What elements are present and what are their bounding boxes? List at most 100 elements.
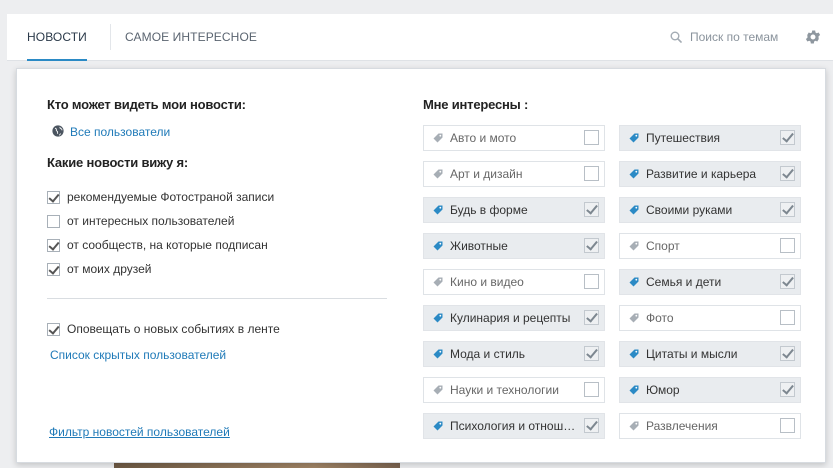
tag-icon (629, 205, 639, 215)
tag-icon (629, 133, 639, 143)
tag-icon (629, 241, 639, 251)
tag-icon (629, 169, 639, 179)
interest-item[interactable]: Арт и дизайн (423, 161, 605, 187)
interest-label: Кулинария и рецепты (450, 311, 571, 325)
interest-item[interactable]: Путешествия (619, 125, 801, 151)
interest-checkbox[interactable] (584, 346, 599, 361)
news-filter-link[interactable]: Фильтр новостей пользователей (49, 425, 230, 439)
feed-option-friends[interactable]: от моих друзей (47, 261, 152, 277)
interest-checkbox[interactable] (584, 202, 599, 217)
tag-icon (629, 385, 639, 395)
checkbox[interactable] (47, 322, 60, 336)
option-label: от сообществ, на которые подписан (67, 238, 268, 252)
interest-item[interactable]: Кулинария и рецепты (423, 305, 605, 331)
tag-icon (433, 385, 443, 395)
interest-item[interactable]: Развлечения (619, 413, 801, 439)
interest-checkbox[interactable] (584, 418, 599, 433)
interest-checkbox[interactable] (584, 382, 599, 397)
interest-item[interactable]: Кино и видео (423, 269, 605, 295)
option-label: рекомендуемые Фотостраной записи (67, 190, 275, 204)
interest-item[interactable]: Животные (423, 233, 605, 259)
interest-item[interactable]: Семья и дети (619, 269, 801, 295)
search-placeholder: Поиск по темам (690, 30, 779, 44)
checkbox[interactable] (47, 262, 60, 276)
interest-label: Арт и дизайн (450, 167, 523, 181)
visibility-heading: Кто может видеть мои новости: (47, 97, 246, 112)
interest-item[interactable]: Психология и отнош… (423, 413, 605, 439)
interest-checkbox[interactable] (780, 238, 795, 253)
feed-option-recommended[interactable]: рекомендуемые Фотостраной записи (47, 189, 274, 205)
interest-label: Психология и отнош… (450, 419, 576, 433)
interest-label: Авто и мото (450, 131, 517, 145)
interest-label: Мода и стиль (450, 347, 526, 361)
interest-item[interactable]: Своими руками (619, 197, 801, 223)
interest-checkbox[interactable] (780, 418, 795, 433)
interest-label: Путешествия (646, 131, 721, 145)
interest-label: Животные (450, 239, 508, 253)
tag-icon (433, 241, 443, 251)
interest-checkbox[interactable] (584, 310, 599, 325)
interest-item[interactable]: Развитие и карьера (619, 161, 801, 187)
tag-icon (629, 313, 639, 323)
tab-news[interactable]: Новости (27, 14, 87, 61)
visibility-all-users-link[interactable]: Все пользователи (70, 125, 170, 139)
interest-checkbox[interactable] (780, 310, 795, 325)
tag-icon (433, 169, 443, 179)
tag-icon (629, 421, 639, 431)
tab-divider (110, 24, 111, 50)
tag-icon (433, 421, 443, 431)
interest-label: Будь в форме (450, 203, 528, 217)
interest-checkbox[interactable] (584, 130, 599, 145)
interests-heading: Мне интересны : (423, 97, 529, 112)
interest-item[interactable]: Фото (619, 305, 801, 331)
hidden-users-link[interactable]: Список скрытых пользователей (50, 348, 226, 362)
interest-label: Юмор (646, 383, 680, 397)
interest-checkbox[interactable] (584, 238, 599, 253)
tag-icon (433, 277, 443, 287)
interest-item[interactable]: Науки и технологии (423, 377, 605, 403)
top-navigation-bar: Новости Самое интересное Поиск по темам (7, 14, 833, 61)
checkbox[interactable] (47, 214, 60, 228)
interest-item[interactable]: Юмор (619, 377, 801, 403)
gear-icon[interactable] (804, 28, 822, 46)
option-label: Оповещать о новых событиях в ленте (67, 322, 280, 336)
interest-item[interactable]: Цитаты и мысли (619, 341, 801, 367)
interest-checkbox[interactable] (584, 274, 599, 289)
interest-label: Развитие и карьера (646, 167, 757, 181)
tag-icon (629, 277, 639, 287)
tag-icon (433, 205, 443, 215)
interest-checkbox[interactable] (584, 166, 599, 181)
interest-checkbox[interactable] (780, 346, 795, 361)
interest-checkbox[interactable] (780, 202, 795, 217)
search-icon (670, 31, 682, 43)
tag-icon (433, 133, 443, 143)
tag-icon (433, 313, 443, 323)
interest-label: Спорт (646, 239, 680, 253)
interest-label: Семья и дети (646, 275, 722, 289)
feed-option-interesting-users[interactable]: от интересных пользователей (47, 213, 234, 229)
feed-option-communities[interactable]: от сообществ, на которые подписан (47, 237, 268, 253)
tab-most-interesting[interactable]: Самое интересное (125, 14, 257, 60)
option-label: от моих друзей (67, 262, 152, 276)
notify-new-events-option[interactable]: Оповещать о новых событиях в ленте (47, 321, 280, 337)
interest-label: Цитаты и мысли (646, 347, 738, 361)
interest-checkbox[interactable] (780, 166, 795, 181)
interest-item[interactable]: Авто и мото (423, 125, 605, 151)
checkbox[interactable] (47, 190, 60, 204)
interest-label: Кино и видео (450, 275, 524, 289)
interest-checkbox[interactable] (780, 130, 795, 145)
tag-icon (433, 349, 443, 359)
interest-item[interactable]: Будь в форме (423, 197, 605, 223)
section-divider (47, 298, 387, 299)
interest-label: Развлечения (646, 419, 718, 433)
checkbox[interactable] (47, 238, 60, 252)
interest-checkbox[interactable] (780, 382, 795, 397)
option-label: от интересных пользователей (67, 214, 235, 228)
interest-item[interactable]: Мода и стиль (423, 341, 605, 367)
feed-heading: Какие новости вижу я: (47, 155, 189, 170)
interest-label: Науки и технологии (450, 383, 559, 397)
globe-icon (52, 125, 64, 137)
interest-item[interactable]: Спорт (619, 233, 801, 259)
interest-label: Своими руками (646, 203, 733, 217)
interest-checkbox[interactable] (780, 274, 795, 289)
